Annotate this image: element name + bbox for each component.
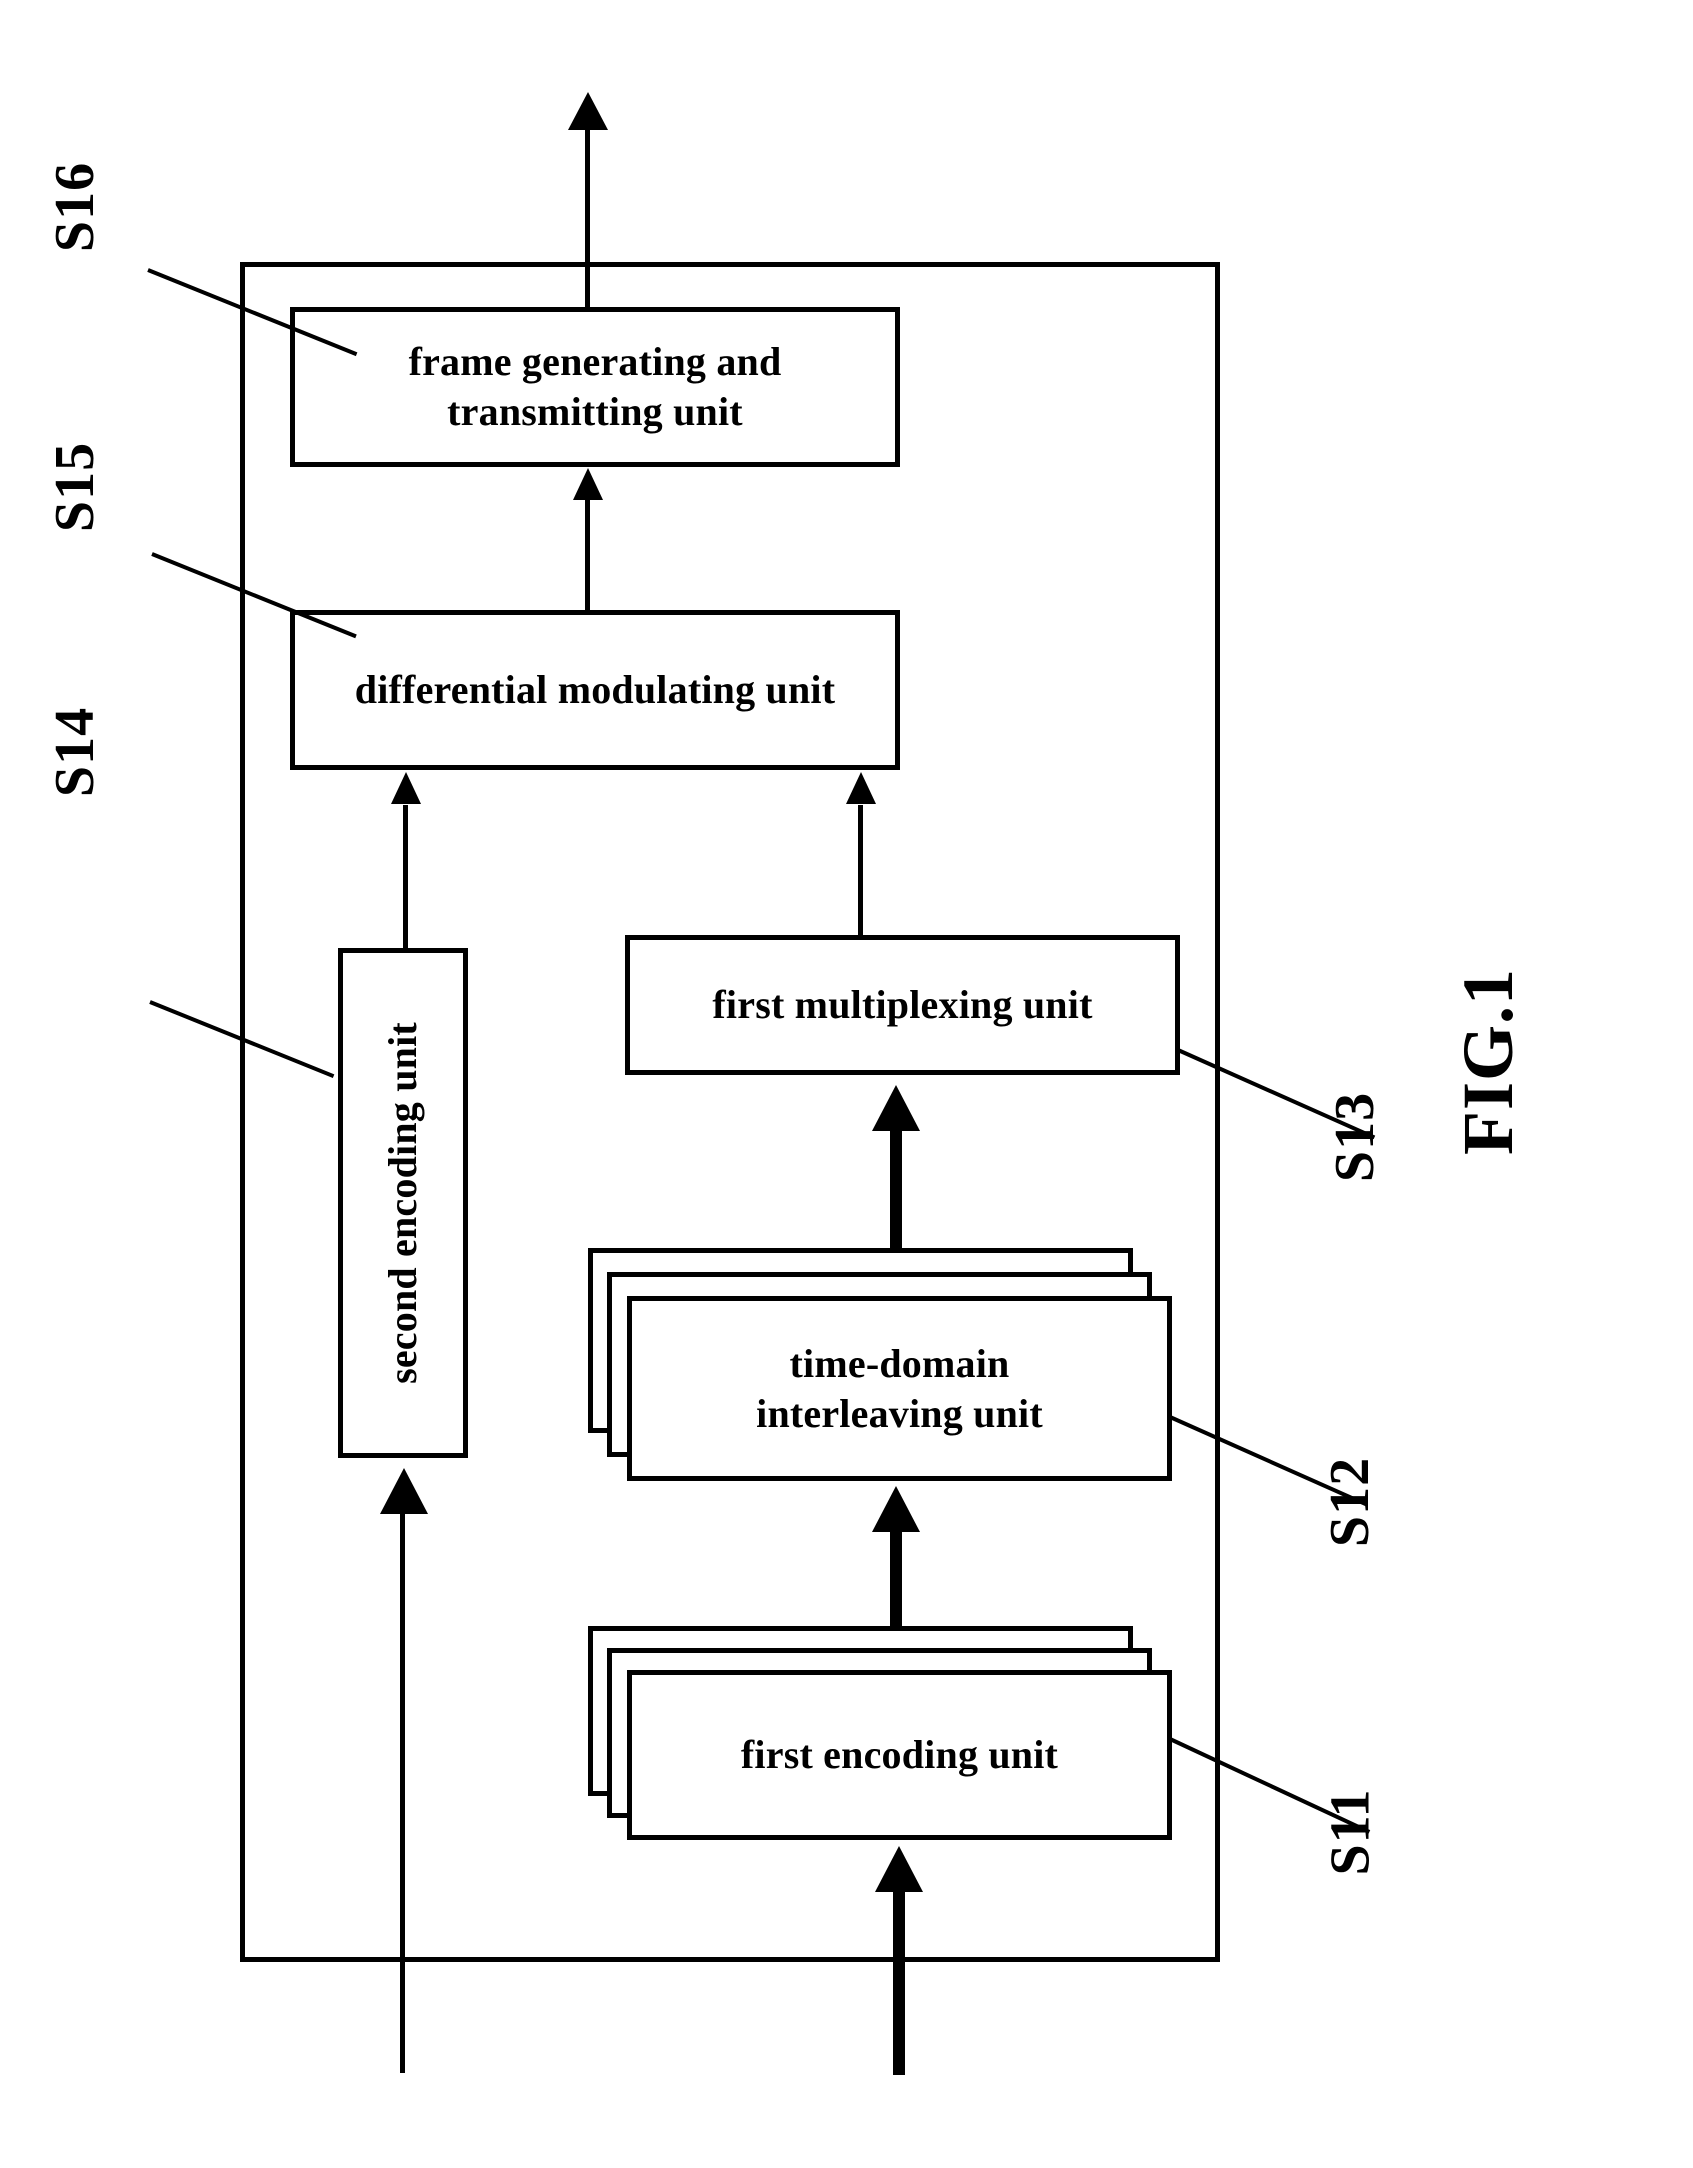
block-label-s12-line1: time-domain	[789, 1340, 1010, 1386]
block-label-s14: second encoding unit	[380, 1022, 426, 1384]
arrow-s14-to-s15-head	[391, 772, 421, 804]
arrow-s12-to-s13-shaft	[890, 1128, 902, 1248]
figure-caption: FIG.1	[1448, 967, 1529, 1156]
block-time-domain-interleaving-unit[interactable]: time-domain interleaving unit	[627, 1296, 1172, 1481]
block-label-s16-line1: frame generating and	[408, 339, 782, 384]
arrow-input-to-s11-head	[875, 1846, 923, 1892]
block-label-s11: first encoding unit	[740, 1732, 1059, 1777]
arrow-s12-to-s13-head	[872, 1085, 920, 1131]
arrow-input-to-s14-shaft	[400, 1513, 405, 2073]
block-label-s13: first multiplexing unit	[712, 982, 1093, 1027]
block-label-s12: time-domain interleaving unit	[746, 1339, 1053, 1439]
reference-label-s13: S13	[1324, 1091, 1387, 1183]
arrow-s14-to-s15-shaft	[403, 805, 408, 950]
reference-label-s14: S14	[44, 706, 107, 798]
block-second-encoding-unit[interactable]: second encoding unit	[338, 948, 468, 1458]
block-frame-generating-transmitting-unit[interactable]: frame generating and transmitting unit	[290, 307, 900, 467]
reference-label-s16: S16	[44, 161, 107, 253]
reference-label-s11: S11	[1319, 1788, 1382, 1876]
block-differential-modulating-unit[interactable]: differential modulating unit	[290, 610, 900, 770]
block-label-s16-line2: transmitting unit	[447, 389, 743, 434]
arrow-s11-to-s12-shaft	[890, 1530, 902, 1630]
block-label-s16: frame generating and transmitting unit	[399, 337, 792, 437]
output-arrowhead	[568, 92, 608, 130]
output-line	[585, 128, 590, 310]
reference-label-s12: S12	[1319, 1456, 1382, 1548]
block-first-encoding-unit[interactable]: first encoding unit	[627, 1670, 1172, 1840]
block-label-s12-line2: interleaving unit	[756, 1390, 1043, 1436]
arrow-input-to-s14-head	[380, 1468, 428, 1514]
arrow-s11-to-s12-head	[872, 1486, 920, 1532]
arrow-s15-to-s16-head	[573, 468, 603, 500]
arrow-s13-to-s15-shaft	[858, 805, 863, 935]
reference-label-s15: S15	[44, 441, 107, 533]
arrow-s15-to-s16-shaft	[585, 500, 590, 610]
block-first-multiplexing-unit[interactable]: first multiplexing unit	[625, 935, 1180, 1075]
figure-canvas: frame generating and transmitting unit d…	[0, 0, 1693, 2168]
block-label-s15: differential modulating unit	[354, 667, 836, 712]
arrow-input-to-s11-shaft	[893, 1890, 905, 2075]
arrow-s13-to-s15-head	[846, 772, 876, 804]
